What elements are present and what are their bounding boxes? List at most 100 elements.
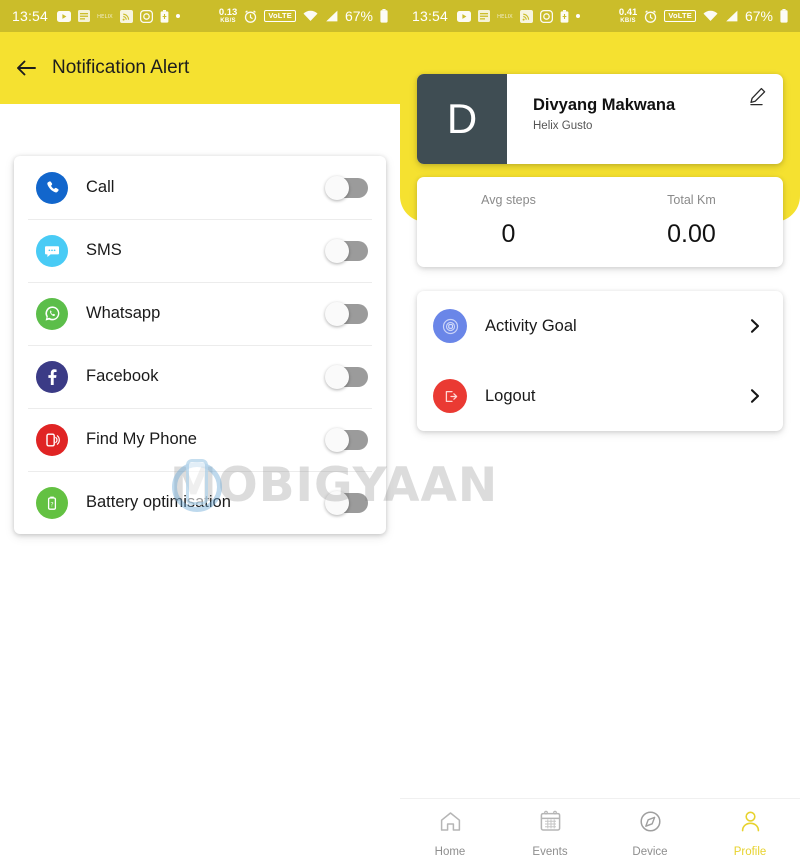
profile-card[interactable]: D Divyang Makwana Helix Gusto xyxy=(417,74,783,164)
file-icon xyxy=(78,10,91,22)
helix-icon: HELIX xyxy=(497,12,513,20)
stat-label: Avg steps xyxy=(481,193,536,207)
toggle-knob xyxy=(325,238,349,263)
battery-percent: 67% xyxy=(344,8,373,24)
notification-label: SMS xyxy=(86,241,122,259)
instagram-icon xyxy=(540,9,554,23)
toggle-knob xyxy=(325,490,349,515)
notification-label: Whatsapp xyxy=(86,304,161,322)
file-icon xyxy=(478,10,491,22)
notification-row-battery-optimisation[interactable]: ? Battery optimisation xyxy=(14,471,386,534)
signal-icon xyxy=(325,10,338,22)
app-root: 13:54 HELIX 0.13 KB/S VoLTE 67% Notifica… xyxy=(0,0,800,868)
stats-card: Avg steps 0 Total Km 0.00 xyxy=(417,177,783,267)
nav-item-label: Device xyxy=(632,846,668,858)
signal-icon xyxy=(725,10,738,22)
battery-icon xyxy=(380,9,388,23)
toggle-knob xyxy=(325,175,349,200)
status-bar-left: 13:54 HELIX 0.13 KB/S VoLTE 67% xyxy=(0,0,400,32)
dot-icon xyxy=(176,14,181,18)
profile-text: Divyang Makwana Helix Gusto xyxy=(507,74,743,164)
svg-text:?: ? xyxy=(50,501,53,508)
alarm-icon xyxy=(644,9,657,23)
stat-value: 0 xyxy=(501,220,516,248)
helix-icon: HELIX xyxy=(97,12,113,20)
battery-saver-icon xyxy=(560,9,569,23)
toggle-knob xyxy=(325,427,349,452)
profile-name: Divyang Makwana xyxy=(533,96,676,114)
status-bar-right: 13:54 HELIX 0.41 KB/S VoLTE 67% xyxy=(400,0,800,32)
calendar-icon xyxy=(538,809,563,839)
notification-toggle-find-my-phone[interactable] xyxy=(325,427,368,452)
alarm-icon xyxy=(244,9,257,23)
status-bar-system-icons: 0.41 KB/S VoLTE 67% xyxy=(619,8,788,24)
stat-value: 0.00 xyxy=(667,220,716,248)
stat-avg-steps: Avg steps 0 xyxy=(417,177,600,267)
data-rate-indicator: 0.13 KB/S xyxy=(219,8,238,24)
profile-menu-card: Activity Goal Logout xyxy=(417,291,783,431)
nav-item-events[interactable]: Events xyxy=(500,809,600,858)
stat-total-km: Total Km 0.00 xyxy=(600,177,783,267)
menu-item-label: Activity Goal xyxy=(485,316,577,335)
whatsapp-icon xyxy=(36,297,68,330)
svg-text:HELIX: HELIX xyxy=(497,14,513,20)
notification-row-whatsapp[interactable]: Whatsapp xyxy=(14,282,386,345)
nav-item-home[interactable]: Home xyxy=(400,809,500,858)
chevron-right-icon xyxy=(747,318,763,334)
data-rate-unit: KB/S xyxy=(220,17,236,24)
notification-toggle-battery-optimisation[interactable] xyxy=(325,490,368,515)
chevron-right-icon xyxy=(747,388,763,404)
pencil-icon xyxy=(747,86,768,112)
compass-icon xyxy=(638,809,663,839)
status-bar-time: 13:54 xyxy=(12,8,49,24)
notification-toggle-facebook[interactable] xyxy=(325,364,368,389)
battery-saver-icon xyxy=(160,9,169,23)
instagram-icon xyxy=(140,9,154,23)
status-bar-notification-icons: HELIX xyxy=(457,9,581,23)
battery-percent: 67% xyxy=(744,8,773,24)
battery-icon xyxy=(780,9,788,23)
nav-item-label: Profile xyxy=(733,846,767,858)
wifi-icon xyxy=(303,10,318,22)
facebook-icon xyxy=(36,360,68,393)
notification-row-sms[interactable]: SMS xyxy=(14,219,386,282)
nav-item-device[interactable]: Device xyxy=(600,809,700,858)
notification-toggle-call[interactable] xyxy=(325,175,368,200)
page-title: Notification Alert xyxy=(52,57,190,78)
cast-icon xyxy=(520,9,534,23)
message-icon xyxy=(36,234,68,267)
person-icon xyxy=(738,809,763,839)
data-rate-value: 0.13 xyxy=(218,7,238,19)
notification-row-find-my-phone[interactable]: Find My Phone xyxy=(14,408,386,471)
back-arrow-icon[interactable] xyxy=(14,55,40,81)
phone-icon xyxy=(36,171,68,204)
svg-text:HELIX: HELIX xyxy=(97,14,113,20)
home-icon xyxy=(438,809,463,839)
data-rate-unit: KB/S xyxy=(620,17,636,24)
toggle-knob xyxy=(325,364,349,389)
notification-row-call[interactable]: Call xyxy=(14,156,386,219)
notification-list-card: Call SMS Whatsapp Facebook Find My Phone… xyxy=(14,156,386,534)
nav-item-profile[interactable]: Profile xyxy=(700,809,800,858)
menu-item-logout[interactable]: Logout xyxy=(417,361,783,431)
status-bar-system-icons: 0.13 KB/S VoLTE 67% xyxy=(219,8,388,24)
logout-icon xyxy=(433,379,467,413)
profile-screen: 13:54 HELIX 0.41 KB/S VoLTE 67% D Divyan… xyxy=(400,0,800,868)
nav-item-label: Events xyxy=(532,846,568,858)
notification-label: Find My Phone xyxy=(86,430,197,448)
dot-icon xyxy=(576,14,581,18)
notification-row-facebook[interactable]: Facebook xyxy=(14,345,386,408)
bottom-navigation: Home Events Device Profile xyxy=(400,798,800,868)
menu-item-activity-goal[interactable]: Activity Goal xyxy=(417,291,783,361)
notification-toggle-sms[interactable] xyxy=(325,238,368,263)
volte-badge: VoLTE xyxy=(264,10,296,22)
notification-header: Notification Alert xyxy=(0,32,400,104)
edit-profile-button[interactable] xyxy=(743,74,783,164)
notification-label: Battery optimisation xyxy=(86,493,231,511)
data-rate-indicator: 0.41 KB/S xyxy=(619,8,638,24)
youtube-icon xyxy=(57,10,72,22)
youtube-icon xyxy=(457,10,472,22)
find-phone-icon xyxy=(36,423,68,456)
notification-toggle-whatsapp[interactable] xyxy=(325,301,368,326)
data-rate-value: 0.41 xyxy=(618,7,638,19)
